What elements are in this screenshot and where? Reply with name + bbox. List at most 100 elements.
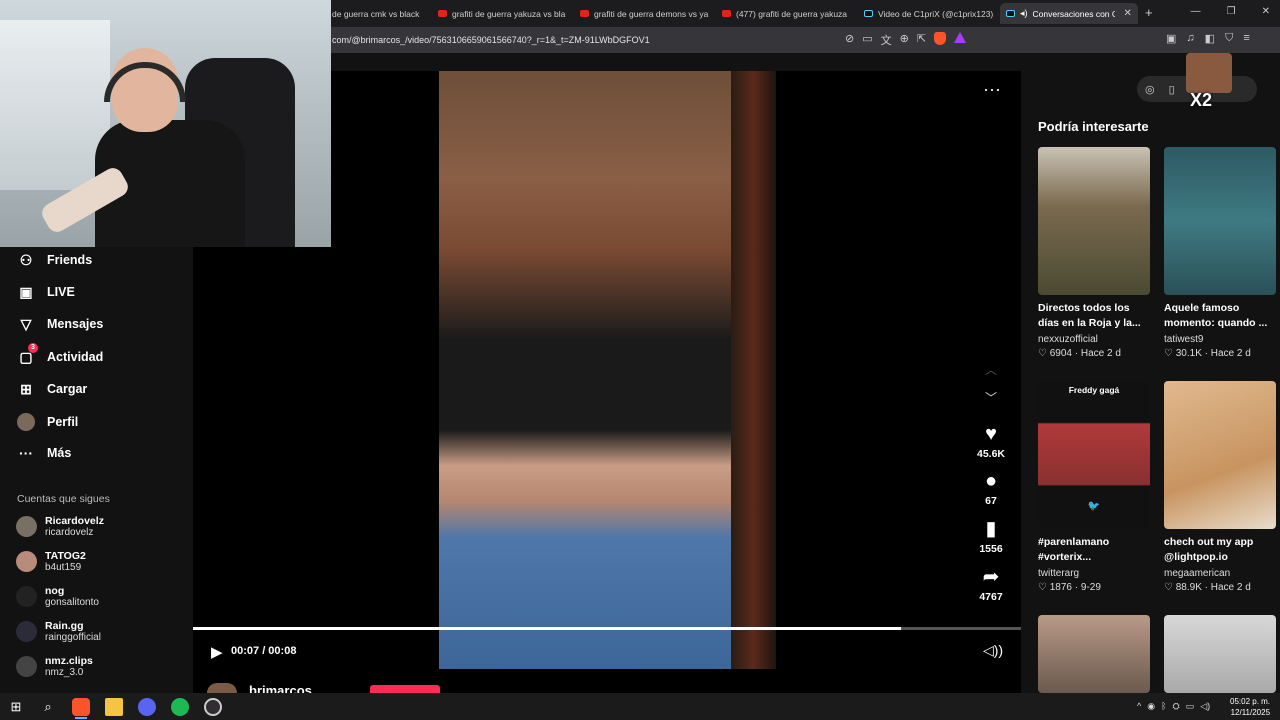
system-clock[interactable]: 05:02 p. m. 12/11/2025 xyxy=(1230,696,1270,718)
account-name: Rain.gg xyxy=(45,620,84,632)
twitter-bird-icon: 🐦 xyxy=(1087,501,1101,512)
following-account[interactable]: Rain.gg rainggofficial xyxy=(16,620,101,643)
follow-button[interactable] xyxy=(370,685,440,693)
recommended-card[interactable] xyxy=(1038,615,1150,693)
no-tracking-icon[interactable]: ⊘ xyxy=(845,32,854,48)
avatar xyxy=(16,586,37,607)
steam-icon[interactable]: ◉ xyxy=(1147,701,1155,712)
translate-icon[interactable]: 文 xyxy=(881,32,892,48)
nav-live[interactable]: ▣ LIVE xyxy=(17,284,74,300)
nav-upload[interactable]: ⊞ Cargar xyxy=(17,381,87,397)
following-account[interactable]: TATOG2 b4ut159 xyxy=(16,550,86,573)
following-account[interactable]: Ricardovelz ricardovelz xyxy=(16,515,104,538)
account-name: nmz.clips xyxy=(45,655,93,667)
time-display: 00:07 / 00:08 xyxy=(231,645,297,657)
share-button[interactable]: ➦ 4767 xyxy=(969,566,1013,603)
clock-time: 05:02 p. m. xyxy=(1230,697,1271,706)
bookmark-button[interactable]: ▮ 1556 xyxy=(969,518,1013,555)
network-icon[interactable]: ▭ xyxy=(1186,701,1195,712)
compass-icon[interactable]: ◎ xyxy=(1145,83,1155,96)
progress-bar[interactable] xyxy=(193,627,1021,630)
bookmark-count: 1556 xyxy=(979,543,1003,555)
recommended-card[interactable]: chech out my app @lightpop.io megaameric… xyxy=(1164,381,1276,593)
browser-toolbar: ▣ ♫ ◧ ⛉ ≡ xyxy=(1166,32,1250,45)
previous-video-icon[interactable]: ︿ xyxy=(985,361,997,378)
tray-chevron-icon[interactable]: ^ xyxy=(1137,701,1141,712)
avatar xyxy=(16,656,37,677)
maximize-button[interactable]: ❐ xyxy=(1227,6,1236,17)
new-tab-button[interactable]: + xyxy=(1145,5,1153,20)
tiktok-icon xyxy=(864,10,873,17)
next-video-icon[interactable]: ﹀ xyxy=(985,389,997,406)
url-field[interactable]: com/@brimarcos_/video/756310665906156674… xyxy=(332,35,650,45)
tab-2[interactable]: grafiti de guerra demons vs ya xyxy=(574,3,714,24)
video-frame[interactable] xyxy=(439,71,776,669)
brave-shields-icon[interactable] xyxy=(934,32,947,45)
comment-button[interactable]: ● 67 xyxy=(969,470,1013,507)
youtube-icon xyxy=(580,10,589,17)
recommended-card[interactable]: Freddy gagá 🐦 #parenlamano #vorterix... … xyxy=(1038,381,1150,593)
discord-icon[interactable] xyxy=(138,698,156,716)
progress-fill xyxy=(193,627,901,630)
nav-friends[interactable]: ⚇ Friends xyxy=(17,252,92,268)
wallet-icon[interactable]: ▣ xyxy=(1166,32,1176,45)
more-icon: ··· xyxy=(19,445,33,461)
nav-more[interactable]: ··· Más xyxy=(17,445,71,461)
friends-icon: ⚇ xyxy=(19,252,33,268)
card-meta: ♡ 6904 · Hace 2 d xyxy=(1038,348,1121,359)
menu-icon[interactable]: ≡ xyxy=(1243,32,1249,45)
tab-1[interactable]: grafiti de guerra yakuza vs bla xyxy=(432,3,572,24)
nav-messages[interactable]: ▽ Mensajes xyxy=(17,316,104,332)
card-thumbnail: Freddy gagá 🐦 xyxy=(1038,381,1150,529)
following-account[interactable]: nog gonsalitonto xyxy=(16,585,99,608)
share-arrow-icon: ➦ xyxy=(982,566,1000,588)
tab-3[interactable]: (477) grafiti de guerra yakuza xyxy=(716,3,856,24)
tab-0[interactable]: de guerra cmk vs black xyxy=(326,3,430,24)
spotify-icon[interactable] xyxy=(171,698,189,716)
card-user: tatiwest9 xyxy=(1164,334,1204,345)
account-name: nog xyxy=(45,585,65,597)
play-icon[interactable]: ▶ xyxy=(211,643,223,661)
like-button[interactable]: ♥ 45.6K xyxy=(969,423,1013,460)
file-explorer-icon[interactable] xyxy=(105,698,123,716)
bluetooth-icon[interactable]: ᛒ xyxy=(1161,701,1166,712)
phone-icon[interactable]: ▯ xyxy=(1169,83,1175,96)
volume-icon[interactable]: ◁)) xyxy=(983,642,1003,659)
minimize-button[interactable]: — xyxy=(1191,6,1201,17)
close-window-button[interactable]: ✕ xyxy=(1262,6,1270,17)
card-title: #parenlamano #vorterix... xyxy=(1038,536,1110,563)
more-options-icon[interactable]: ··· xyxy=(983,79,1001,100)
nav-activity[interactable]: ▢ 3 Actividad xyxy=(17,343,104,365)
cast-icon[interactable]: ▭ xyxy=(862,32,872,48)
tab-4[interactable]: Video de C1priX (@c1prix123) xyxy=(858,3,998,24)
close-tab-icon[interactable]: ✕ xyxy=(1124,8,1132,19)
media-icon[interactable]: ♫ xyxy=(1186,32,1194,45)
usb-icon[interactable]: ⛭ xyxy=(1173,701,1180,712)
recommended-card[interactable] xyxy=(1164,615,1276,693)
recommended-card[interactable]: Aquele famoso momento: quando ... tatiwe… xyxy=(1164,147,1276,359)
card-thumbnail xyxy=(1164,381,1276,529)
search-icon[interactable]: ⌕ xyxy=(39,698,57,716)
windows-start-icon[interactable]: ⊞ xyxy=(7,698,25,716)
author-avatar[interactable] xyxy=(207,683,237,693)
vpn-shield-icon[interactable]: ⛉ xyxy=(1225,32,1233,45)
following-account[interactable]: nmz.clips nmz_3.0 xyxy=(16,655,93,678)
nav-label: Mensajes xyxy=(47,317,104,331)
zoom-icon[interactable]: ⊕ xyxy=(900,32,909,48)
account-handle: rainggofficial xyxy=(45,632,101,643)
brave-rewards-icon[interactable] xyxy=(954,32,967,43)
following-title: Cuentas que sigues xyxy=(17,493,110,505)
sidebar-toggle-icon[interactable]: ◧ xyxy=(1205,32,1215,45)
share-icon[interactable]: ⇱ xyxy=(917,32,926,48)
recommended-card[interactable]: Directos todos los días en la Roja y la.… xyxy=(1038,147,1150,359)
obs-icon[interactable] xyxy=(204,698,222,716)
card-user: nexxuzofficial xyxy=(1038,334,1098,345)
nav-profile[interactable]: Perfil xyxy=(17,413,78,431)
nav-label: Actividad xyxy=(47,350,104,364)
profile-avatar xyxy=(17,413,35,431)
brave-browser-icon[interactable] xyxy=(72,698,90,716)
author-name[interactable]: brimarcos_ xyxy=(249,683,319,693)
card-thumbnail xyxy=(1038,615,1150,693)
volume-tray-icon[interactable]: ◁) xyxy=(1200,701,1210,712)
tab-5-active[interactable]: ◂) Conversaciones con Gil ✕ xyxy=(1000,3,1138,24)
